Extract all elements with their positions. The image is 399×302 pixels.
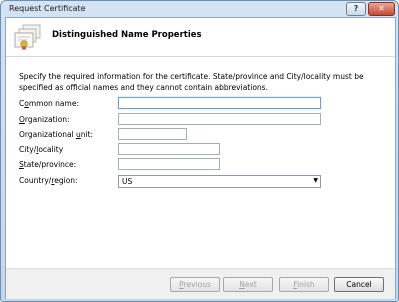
city-locality-input[interactable] (118, 143, 220, 155)
instructions-text: Specify the required information for the… (19, 72, 364, 92)
cancel-button[interactable]: Cancel (334, 277, 384, 292)
previous-button[interactable]: Previous (170, 277, 220, 292)
organizational-unit-label: Organizational unit: (19, 130, 94, 139)
common-name-label: Common name: (19, 99, 79, 108)
organizational-unit-input[interactable] (118, 128, 187, 140)
page-title: Distinguished Name Properties (52, 30, 202, 40)
request-certificate-dialog: Request Certificate ? ✕ Distinguished Na… (0, 0, 399, 302)
title-bar[interactable]: Request Certificate ? ✕ (1, 1, 398, 17)
wizard-header: Distinguished Name Properties (6, 18, 395, 56)
organization-label: Organization: (19, 115, 70, 124)
next-button[interactable]: Next (223, 277, 273, 292)
dropdown-arrow-icon[interactable]: ▼ (313, 177, 318, 184)
state-province-label: State/province: (19, 160, 77, 169)
close-button[interactable]: ✕ (368, 2, 395, 16)
dialog-content: Distinguished Name Properties Specify th… (5, 17, 396, 299)
country-region-label: Country/region: (19, 176, 78, 185)
finish-button[interactable]: Finish (279, 277, 329, 292)
common-name-input[interactable] (118, 97, 321, 109)
country-region-select[interactable]: US ▼ (118, 175, 321, 188)
organization-input[interactable] (118, 113, 321, 125)
header-divider (6, 56, 395, 57)
certificate-icon (14, 24, 41, 50)
state-province-input[interactable] (118, 158, 220, 170)
window-title: Request Certificate (9, 4, 86, 13)
city-locality-label: City/locality (19, 145, 64, 154)
help-button[interactable]: ? (346, 2, 366, 16)
country-region-value: US (122, 177, 133, 186)
